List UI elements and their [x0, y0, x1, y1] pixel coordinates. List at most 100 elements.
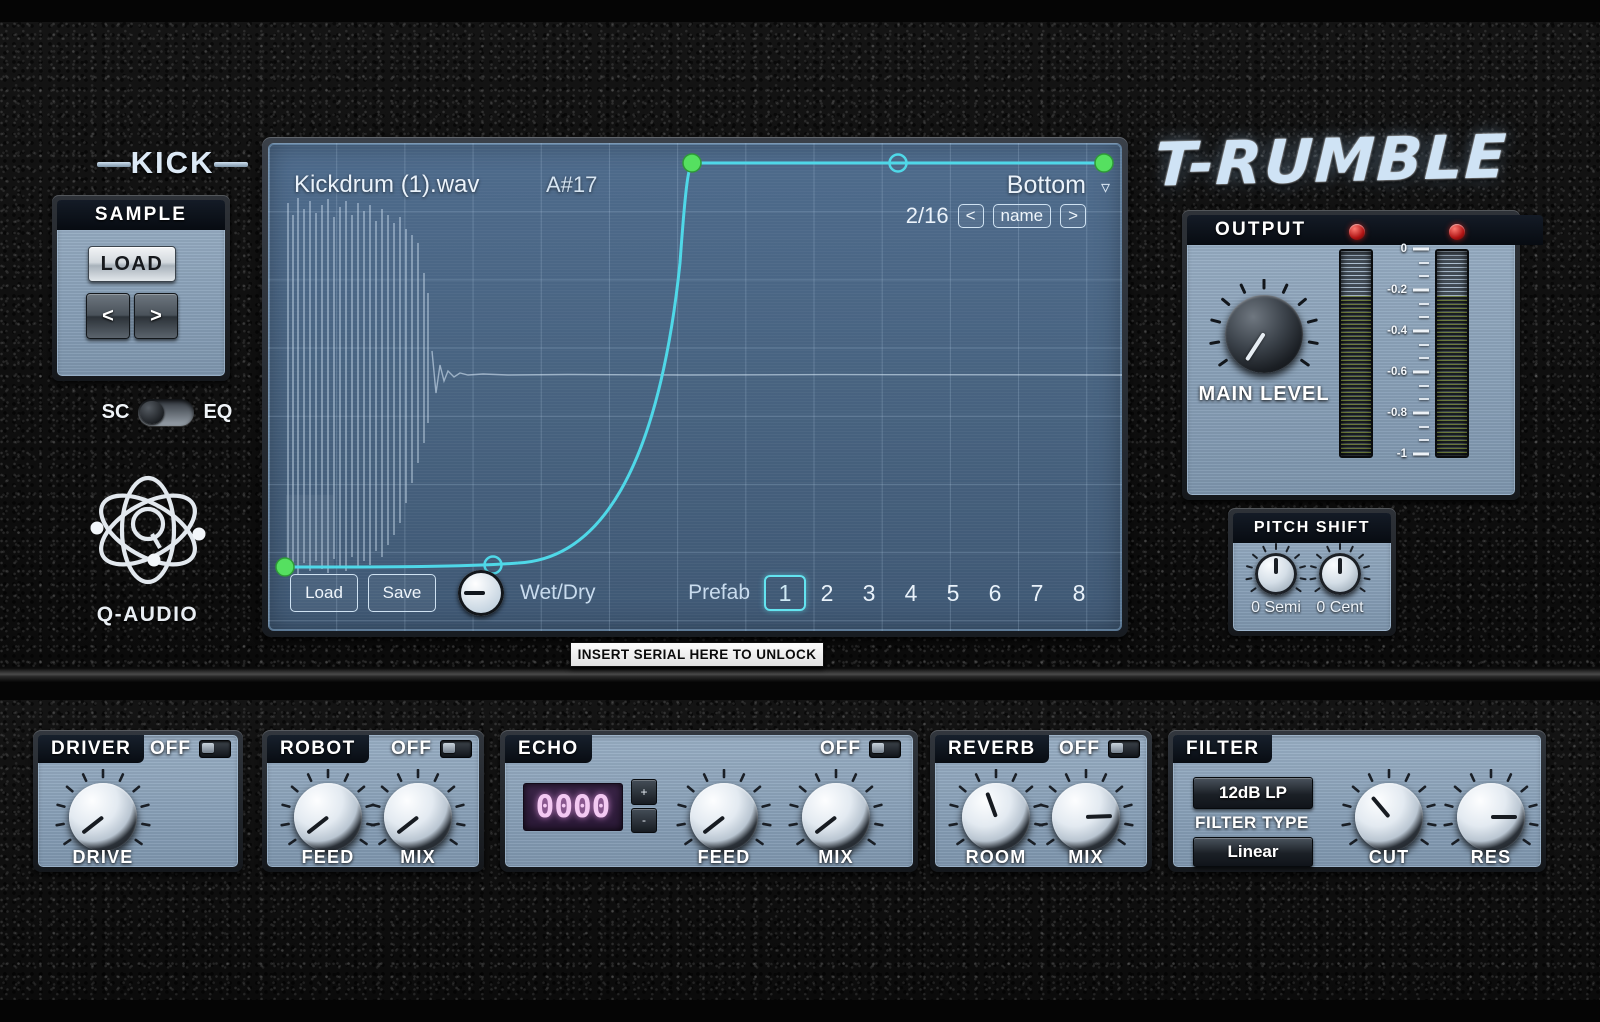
echo-feed-knob[interactable] — [690, 783, 758, 851]
echo-increment-button[interactable]: + — [631, 779, 657, 805]
vendor-logo: Q-AUDIO — [70, 468, 225, 628]
envelope-load-button[interactable]: Load — [290, 574, 358, 612]
echo-mix-knob[interactable] — [802, 783, 870, 851]
prefab-button-1[interactable]: 1 — [764, 575, 806, 611]
driver-drive-label: DRIVE — [72, 847, 134, 867]
vu-scale-tick-minor — [1419, 302, 1429, 305]
preset-selector: Bottom ▿ 2/16 < name > — [876, 171, 1110, 229]
vu-meter-left — [1339, 249, 1373, 458]
filter-type-label: FILTER TYPE — [1195, 813, 1309, 832]
vu-scale-tick — [1413, 411, 1429, 415]
wet-dry-knob[interactable] — [458, 570, 504, 616]
envelope-display[interactable]: Kickdrum (1).wav A#17 Bottom ▿ 2/16 < na… — [268, 143, 1122, 631]
echo-power-switch[interactable] — [869, 740, 901, 758]
semitone-knob[interactable] — [1245, 543, 1307, 595]
prefab-button-5[interactable]: 5 — [932, 575, 974, 611]
kick-title-text: KICK — [130, 145, 215, 180]
robot-header: ROBOT — [267, 735, 369, 763]
sc-eq-switch[interactable] — [138, 398, 195, 426]
driver-power-group: OFF — [150, 738, 231, 760]
filter-cut-label: CUT — [1368, 847, 1410, 867]
prefab-button-4[interactable]: 4 — [890, 575, 932, 611]
echo-decrement-button[interactable]: - — [631, 807, 657, 833]
output-header: OUTPUT — [1187, 215, 1543, 245]
driver-power-switch[interactable] — [199, 740, 231, 758]
output-face: OUTPUT MAIN LEVEL 0 -0.2 -0.4 -0.6 -0.8 -1 — [1187, 215, 1543, 495]
panel-divider — [0, 668, 1600, 682]
robot-effect-panel: ROBOT OFF FEED MIX — [262, 730, 484, 872]
reverb-header: REVERB — [935, 735, 1049, 763]
echo-delay-stepper: + - — [631, 779, 657, 833]
semitone-value: 0 Semi — [1251, 599, 1301, 616]
atom-icon — [90, 475, 205, 585]
filter-cut-knob[interactable] — [1355, 783, 1423, 851]
reverb-room-knob[interactable] — [962, 783, 1030, 851]
filter-effect-panel: FILTER 12dB LP FILTER TYPE Linear CUT RE… — [1168, 730, 1546, 872]
vu-scale-tick-minor — [1419, 384, 1429, 387]
sample-waveform — [286, 198, 1122, 575]
serial-unlock-bar[interactable]: INSERT SERIAL HERE TO UNLOCK — [570, 642, 824, 667]
robot-feed-label: FEED — [301, 847, 355, 867]
sample-prev-button[interactable]: < — [86, 293, 130, 339]
chevron-down-icon[interactable]: ▿ — [1101, 177, 1110, 198]
prefab-button-7[interactable]: 7 — [1016, 575, 1058, 611]
vu-scale-tick — [1413, 288, 1429, 292]
sample-panel: SAMPLE LOAD < > — [52, 195, 230, 381]
driver-face: DRIVER OFF DRIVE — [38, 735, 238, 867]
reverb-power-switch[interactable] — [1108, 740, 1140, 758]
vu-scale-tick-minor — [1419, 343, 1429, 346]
vu-scale-tick-minor — [1419, 316, 1429, 319]
filter-res-knob[interactable] — [1457, 783, 1525, 851]
vu-scale-tick — [1413, 370, 1429, 374]
prefab-button-2[interactable]: 2 — [806, 575, 848, 611]
filter-header: FILTER — [1173, 735, 1273, 763]
echo-delay-display[interactable]: 0000 — [523, 783, 623, 831]
preset-next-button[interactable]: > — [1060, 204, 1086, 228]
pitch-knob-ticks — [1245, 543, 1307, 593]
cent-value: 0 Cent — [1316, 599, 1364, 616]
robot-power-switch[interactable] — [440, 740, 472, 758]
filter-curve-select[interactable]: Linear — [1193, 837, 1313, 867]
sample-next-button[interactable]: > — [134, 293, 178, 339]
vu-fill — [1437, 296, 1467, 456]
preset-prev-button[interactable]: < — [957, 204, 984, 228]
vu-scale-tick — [1413, 329, 1429, 333]
reverb-power-group: OFF — [1059, 738, 1140, 760]
main-level-label: MAIN LEVEL — [1198, 383, 1330, 405]
vu-scale-label: -0.6 — [1387, 366, 1407, 378]
switch-knob — [140, 400, 165, 424]
vu-scale-label: 0 — [1400, 243, 1407, 255]
robot-face: ROBOT OFF FEED MIX — [267, 735, 479, 867]
sample-load-button[interactable]: LOAD — [88, 246, 176, 282]
title-rule-left — [96, 162, 131, 167]
sc-eq-toggle-group: SC EQ — [72, 395, 262, 429]
prefab-button-3[interactable]: 3 — [848, 575, 890, 611]
cent-knob[interactable] — [1309, 543, 1371, 595]
eq-label: EQ — [203, 400, 233, 423]
preset-nav-row: 2/16 < name > — [876, 203, 1086, 229]
pitch-knob-ticks — [1309, 543, 1371, 593]
sample-header: SAMPLE — [57, 200, 225, 230]
filter-face: FILTER 12dB LP FILTER TYPE Linear CUT RE… — [1173, 735, 1541, 867]
driver-drive-knob[interactable] — [69, 783, 137, 851]
waveform-filename: Kickdrum (1).wav — [294, 171, 480, 198]
reverb-mix-knob[interactable] — [1052, 783, 1120, 851]
prefab-button-6[interactable]: 6 — [974, 575, 1016, 611]
clip-led-left — [1349, 224, 1365, 240]
preset-index: 2/16 — [905, 203, 949, 228]
filter-type-select[interactable]: 12dB LP — [1193, 777, 1313, 809]
envelope-save-button[interactable]: Save — [368, 574, 436, 612]
output-header-text: OUTPUT — [1215, 219, 1307, 240]
main-level-knob[interactable] — [1225, 295, 1303, 373]
robot-power-label: OFF — [391, 738, 432, 759]
clip-led-right — [1449, 224, 1465, 240]
robot-feed-knob[interactable] — [294, 783, 362, 851]
robot-mix-knob[interactable] — [384, 783, 452, 851]
prefab-button-8[interactable]: 8 — [1058, 575, 1100, 611]
echo-effect-panel: ECHO OFF 0000 + - FEED MIX — [500, 730, 918, 872]
reverb-room-label: ROOM — [965, 847, 1027, 867]
echo-mix-label: MIX — [818, 847, 854, 867]
echo-power-label: OFF — [820, 738, 861, 759]
preset-name-button[interactable]: name — [992, 204, 1052, 228]
reverb-power-label: OFF — [1059, 738, 1100, 759]
